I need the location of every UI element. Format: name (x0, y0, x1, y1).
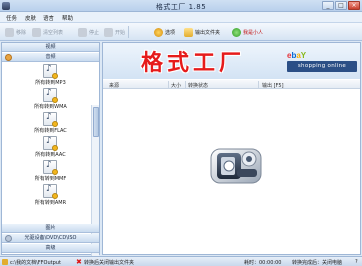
toolbar-separator (128, 26, 129, 38)
menu-bar: 任务 皮肤 语言 帮助 (0, 12, 362, 23)
options-icon (154, 27, 163, 37)
audio-file-icon (43, 136, 58, 151)
output-path[interactable]: c:\我的文档\FFOutput (10, 259, 61, 266)
close-button[interactable]: × (348, 1, 360, 10)
col-size[interactable]: 大小 (171, 82, 181, 89)
stop-button[interactable]: 停止 (78, 26, 99, 38)
folder-icon[interactable] (2, 259, 8, 265)
convert-flac-item[interactable]: 所有转到FLAC (2, 112, 99, 135)
window-title: 格式工厂 1.85 (155, 3, 207, 11)
category-image[interactable]: 图片 (2, 224, 99, 233)
help-icon[interactable]: ? (355, 259, 358, 265)
col-status[interactable]: 转换状态 (188, 82, 208, 89)
output-folder-button[interactable]: 输出文件夹 (184, 26, 220, 38)
clear-list-icon (32, 27, 41, 37)
options-button[interactable]: 选项 (154, 26, 175, 38)
remove-icon (5, 27, 14, 37)
minimize-button[interactable]: _ (322, 1, 334, 10)
stop-icon (78, 27, 87, 37)
category-rom-device[interactable]: 光驱设备\DVD\CD\ISO (2, 234, 99, 243)
toolbar: 移除 清空列表 停止 开始 选项 输出文件夹 我是小人 (0, 23, 362, 41)
menu-language[interactable]: 语言 (43, 14, 54, 22)
maximize-button[interactable]: □ (335, 1, 347, 10)
menu-help[interactable]: 帮助 (62, 14, 73, 22)
column-divider (185, 81, 186, 88)
column-divider (258, 81, 259, 88)
audio-file-icon (43, 112, 58, 127)
status-bar: c:\我的文档\FFOutput ✖ 转换后关闭输出文件夹 耗时：00:00:0… (0, 256, 362, 266)
menu-skin[interactable]: 皮肤 (25, 14, 36, 22)
title-bar[interactable]: 格式工厂 1.85 _ □ × (0, 0, 362, 12)
category-video[interactable]: 视频 (2, 43, 99, 52)
banner-title: 格式工厂 (141, 50, 246, 76)
after-convert-action[interactable]: 转换完成后：关闭电脑 (292, 259, 342, 266)
category-audio[interactable]: 音频 (2, 53, 99, 62)
banner: 格式工厂 ebaY shopping online (103, 43, 360, 79)
category-panel: 视频 音频 所有转到MP3 所有转到WMA 所有转到FLAC 所有转到AAC 所… (1, 42, 100, 266)
start-icon (104, 27, 113, 37)
clear-list-button[interactable]: 清空列表 (32, 26, 63, 38)
column-divider (168, 81, 169, 88)
convert-wma-item[interactable]: 所有转到WMA (2, 88, 99, 111)
ebay-logo[interactable]: ebaY (287, 51, 306, 60)
audio-file-icon (43, 184, 58, 199)
audio-icon (5, 54, 12, 61)
convert-mp3-item[interactable]: 所有转到MP3 (2, 64, 99, 87)
convert-mmf-item[interactable]: 所有转到MMF (2, 160, 99, 183)
elapsed-time: 耗时：00:00:00 (244, 260, 282, 266)
audio-file-icon (43, 64, 58, 79)
start-button[interactable]: 开始 (104, 26, 125, 38)
folder-icon (184, 27, 193, 37)
shopping-online-link[interactable]: shopping online (287, 61, 357, 72)
convert-aac-item[interactable]: 所有转到AAC (2, 136, 99, 159)
remove-button[interactable]: 移除 (5, 26, 26, 38)
category-advanced[interactable]: 高级 (2, 244, 99, 253)
format-factory-logo (210, 148, 262, 184)
home-icon (232, 27, 241, 37)
menu-task[interactable]: 任务 (6, 14, 17, 22)
audio-file-icon (43, 88, 58, 103)
disc-icon (5, 235, 12, 242)
homepage-button[interactable]: 我是小人 (232, 26, 263, 38)
task-table-header: 来源 大小 转换状态 输出 [F5] (103, 80, 360, 89)
scrollbar-thumb[interactable] (93, 107, 99, 137)
close-folder-label: 转换后关闭输出文件夹 (84, 260, 135, 266)
task-area: 格式工厂 ebaY shopping online 来源 大小 转换状态 输出 … (102, 42, 361, 255)
col-source[interactable]: 来源 (109, 82, 119, 89)
audio-file-icon (43, 160, 58, 175)
col-output[interactable]: 输出 [F5] (262, 82, 284, 89)
convert-amr-item[interactable]: 所有转到AMR (2, 184, 99, 207)
close-folder-checkbox[interactable]: ✖ (76, 259, 82, 266)
